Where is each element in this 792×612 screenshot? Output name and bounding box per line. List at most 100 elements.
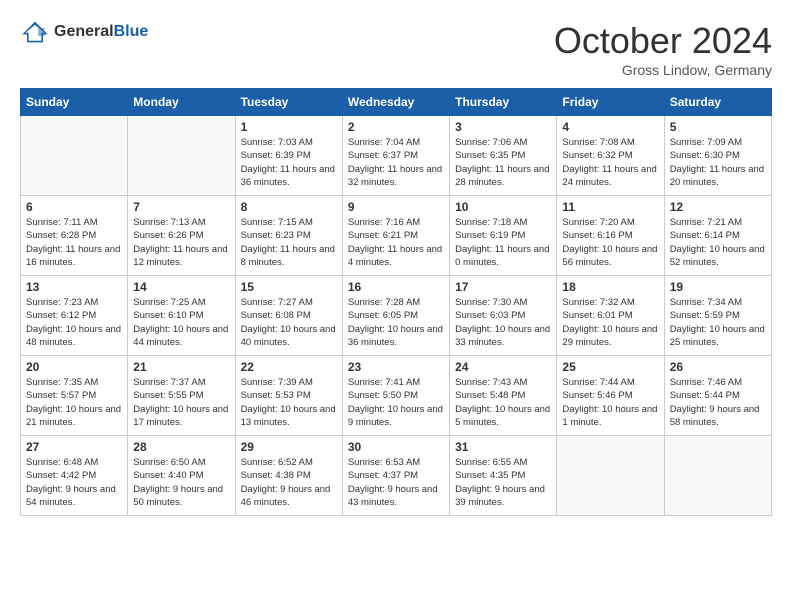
location: Gross Lindow, Germany <box>554 62 772 78</box>
day-number: 26 <box>670 360 766 374</box>
day-number: 14 <box>133 280 229 294</box>
day-info: Sunrise: 6:50 AM Sunset: 4:40 PM Dayligh… <box>133 456 229 509</box>
day-number: 9 <box>348 200 444 214</box>
calendar-cell: 25 Sunrise: 7:44 AM Sunset: 5:46 PM Dayli… <box>557 356 664 436</box>
day-number: 3 <box>455 120 551 134</box>
day-info: Sunrise: 7:28 AM Sunset: 6:05 PM Dayligh… <box>348 296 444 349</box>
day-number: 30 <box>348 440 444 454</box>
day-number: 28 <box>133 440 229 454</box>
day-number: 29 <box>241 440 337 454</box>
day-number: 15 <box>241 280 337 294</box>
day-number: 22 <box>241 360 337 374</box>
day-info: Sunrise: 7:21 AM Sunset: 6:14 PM Dayligh… <box>670 216 766 269</box>
day-number: 12 <box>670 200 766 214</box>
week-row-2: 6Sunrise: 7:11 AM Sunset: 6:28 PM Daylig… <box>21 196 772 276</box>
page-header: GeneralBlue October 2024 Gross Lindow, G… <box>20 20 772 78</box>
weekday-header-friday: Friday <box>557 89 664 116</box>
weekday-header-saturday: Saturday <box>664 89 771 116</box>
calendar-cell: 8Sunrise: 7:15 AM Sunset: 6:23 PM Daylig… <box>235 196 342 276</box>
day-number: 27 <box>26 440 122 454</box>
logo-icon <box>20 20 50 44</box>
day-info: Sunrise: 7:27 AM Sunset: 6:08 PM Dayligh… <box>241 296 337 349</box>
calendar-cell: 17Sunrise: 7:30 AM Sunset: 6:03 PM Dayli… <box>450 276 557 356</box>
day-info: Sunrise: 7:37 AM Sunset: 5:55 PM Dayligh… <box>133 376 229 429</box>
calendar-cell: 11Sunrise: 7:20 AM Sunset: 6:16 PM Dayli… <box>557 196 664 276</box>
title-block: October 2024 Gross Lindow, Germany <box>554 20 772 78</box>
calendar-cell <box>664 436 771 516</box>
calendar-cell: 20 Sunrise: 7:35 AM Sunset: 5:57 PM Dayli… <box>21 356 128 436</box>
day-number: 13 <box>26 280 122 294</box>
day-number: 6 <box>26 200 122 214</box>
day-info: Sunrise: 7:09 AM Sunset: 6:30 PM Dayligh… <box>670 136 766 189</box>
calendar-cell: 3 Sunrise: 7:06 AM Sunset: 6:35 PM Daylig… <box>450 116 557 196</box>
day-info: Sunrise: 7:06 AM Sunset: 6:35 PM Dayligh… <box>455 136 551 189</box>
day-number: 24 <box>455 360 551 374</box>
calendar-cell: 7Sunrise: 7:13 AM Sunset: 6:26 PM Daylig… <box>128 196 235 276</box>
day-info: Sunrise: 7:25 AM Sunset: 6:10 PM Dayligh… <box>133 296 229 349</box>
weekday-header-sunday: Sunday <box>21 89 128 116</box>
calendar-cell <box>557 436 664 516</box>
calendar-cell: 21Sunrise: 7:37 AM Sunset: 5:55 PM Dayli… <box>128 356 235 436</box>
calendar-cell: 28 Sunrise: 6:50 AM Sunset: 4:40 PM Dayli… <box>128 436 235 516</box>
day-info: Sunrise: 7:39 AM Sunset: 5:53 PM Dayligh… <box>241 376 337 429</box>
day-info: Sunrise: 7:18 AM Sunset: 6:19 PM Dayligh… <box>455 216 551 269</box>
day-info: Sunrise: 7:32 AM Sunset: 6:01 PM Dayligh… <box>562 296 658 349</box>
calendar-cell: 22 Sunrise: 7:39 AM Sunset: 5:53 PM Dayli… <box>235 356 342 436</box>
day-info: Sunrise: 7:15 AM Sunset: 6:23 PM Dayligh… <box>241 216 337 269</box>
day-info: Sunrise: 7:23 AM Sunset: 6:12 PM Dayligh… <box>26 296 122 349</box>
day-number: 16 <box>348 280 444 294</box>
calendar-cell: 14 Sunrise: 7:25 AM Sunset: 6:10 PM Dayli… <box>128 276 235 356</box>
weekday-header-row: SundayMondayTuesdayWednesdayThursdayFrid… <box>21 89 772 116</box>
week-row-3: 13 Sunrise: 7:23 AM Sunset: 6:12 PM Dayli… <box>21 276 772 356</box>
day-info: Sunrise: 7:34 AM Sunset: 5:59 PM Dayligh… <box>670 296 766 349</box>
calendar-cell: 19 Sunrise: 7:34 AM Sunset: 5:59 PM Dayli… <box>664 276 771 356</box>
day-number: 18 <box>562 280 658 294</box>
day-info: Sunrise: 7:16 AM Sunset: 6:21 PM Dayligh… <box>348 216 444 269</box>
month-title: October 2024 <box>554 20 772 62</box>
calendar-cell: 9 Sunrise: 7:16 AM Sunset: 6:21 PM Daylig… <box>342 196 449 276</box>
calendar-cell: 24 Sunrise: 7:43 AM Sunset: 5:48 PM Dayli… <box>450 356 557 436</box>
calendar-cell: 13 Sunrise: 7:23 AM Sunset: 6:12 PM Dayli… <box>21 276 128 356</box>
calendar-cell: 30Sunrise: 6:53 AM Sunset: 4:37 PM Dayli… <box>342 436 449 516</box>
day-number: 25 <box>562 360 658 374</box>
calendar-cell: 2Sunrise: 7:04 AM Sunset: 6:37 PM Daylig… <box>342 116 449 196</box>
day-info: Sunrise: 7:46 AM Sunset: 5:44 PM Dayligh… <box>670 376 766 429</box>
day-info: Sunrise: 6:52 AM Sunset: 4:38 PM Dayligh… <box>241 456 337 509</box>
day-info: Sunrise: 7:41 AM Sunset: 5:50 PM Dayligh… <box>348 376 444 429</box>
day-number: 23 <box>348 360 444 374</box>
calendar-cell: 18 Sunrise: 7:32 AM Sunset: 6:01 PM Dayli… <box>557 276 664 356</box>
calendar-cell: 1 Sunrise: 7:03 AM Sunset: 6:39 PM Daylig… <box>235 116 342 196</box>
day-number: 1 <box>241 120 337 134</box>
calendar-cell <box>128 116 235 196</box>
weekday-header-wednesday: Wednesday <box>342 89 449 116</box>
calendar-cell: 10 Sunrise: 7:18 AM Sunset: 6:19 PM Dayli… <box>450 196 557 276</box>
day-info: Sunrise: 6:48 AM Sunset: 4:42 PM Dayligh… <box>26 456 122 509</box>
calendar-cell: 31Sunrise: 6:55 AM Sunset: 4:35 PM Dayli… <box>450 436 557 516</box>
calendar-cell: 6Sunrise: 7:11 AM Sunset: 6:28 PM Daylig… <box>21 196 128 276</box>
day-number: 19 <box>670 280 766 294</box>
day-number: 17 <box>455 280 551 294</box>
day-info: Sunrise: 7:35 AM Sunset: 5:57 PM Dayligh… <box>26 376 122 429</box>
logo: GeneralBlue <box>20 20 148 44</box>
week-row-5: 27 Sunrise: 6:48 AM Sunset: 4:42 PM Dayli… <box>21 436 772 516</box>
day-info: Sunrise: 7:04 AM Sunset: 6:37 PM Dayligh… <box>348 136 444 189</box>
day-number: 10 <box>455 200 551 214</box>
day-info: Sunrise: 7:03 AM Sunset: 6:39 PM Dayligh… <box>241 136 337 189</box>
calendar-cell: 26 Sunrise: 7:46 AM Sunset: 5:44 PM Dayli… <box>664 356 771 436</box>
calendar-cell: 15 Sunrise: 7:27 AM Sunset: 6:08 PM Dayli… <box>235 276 342 356</box>
week-row-4: 20 Sunrise: 7:35 AM Sunset: 5:57 PM Dayli… <box>21 356 772 436</box>
day-number: 4 <box>562 120 658 134</box>
day-info: Sunrise: 7:08 AM Sunset: 6:32 PM Dayligh… <box>562 136 658 189</box>
day-info: Sunrise: 7:44 AM Sunset: 5:46 PM Dayligh… <box>562 376 658 429</box>
weekday-header-monday: Monday <box>128 89 235 116</box>
day-number: 20 <box>26 360 122 374</box>
week-row-1: 1 Sunrise: 7:03 AM Sunset: 6:39 PM Daylig… <box>21 116 772 196</box>
calendar-cell: 23 Sunrise: 7:41 AM Sunset: 5:50 PM Dayli… <box>342 356 449 436</box>
calendar-table: SundayMondayTuesdayWednesdayThursdayFrid… <box>20 88 772 516</box>
day-number: 7 <box>133 200 229 214</box>
calendar-cell: 12 Sunrise: 7:21 AM Sunset: 6:14 PM Dayli… <box>664 196 771 276</box>
day-number: 31 <box>455 440 551 454</box>
calendar-cell: 4 Sunrise: 7:08 AM Sunset: 6:32 PM Daylig… <box>557 116 664 196</box>
calendar-cell <box>21 116 128 196</box>
day-info: Sunrise: 7:43 AM Sunset: 5:48 PM Dayligh… <box>455 376 551 429</box>
